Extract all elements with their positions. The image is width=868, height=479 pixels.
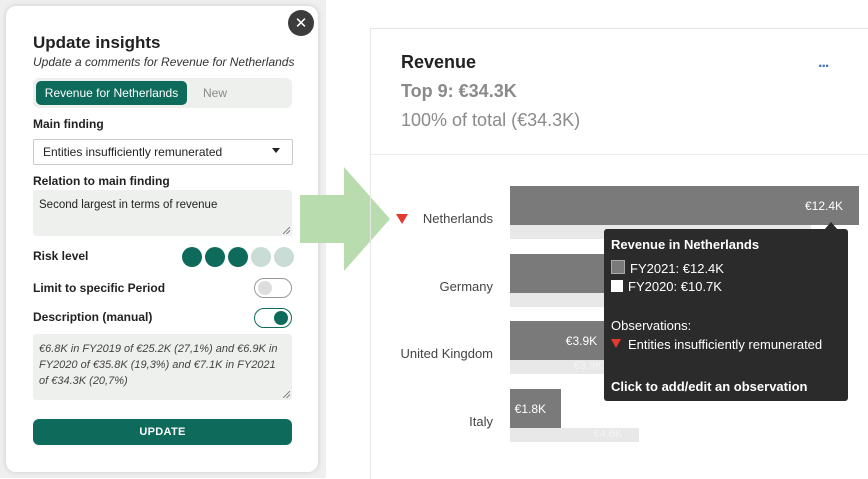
description-textarea[interactable]: €6.8K in FY2019 of €25.2K (27,1%) and €6… (33, 334, 292, 400)
risk-dot[interactable] (182, 247, 202, 267)
limit-period-toggle[interactable] (254, 278, 292, 298)
panel-subtitle: Update a comments for Revenue for Nether… (33, 55, 295, 69)
main-finding-label: Main finding (33, 117, 104, 131)
bar-value-label: €3.9K (573, 360, 603, 372)
tab-new[interactable]: New (203, 81, 227, 105)
tooltip-row-label: FY2021: €12.4K (630, 261, 724, 276)
observation-item: Entities insufficiently remunerated (611, 337, 822, 352)
toggle-knob (258, 281, 272, 295)
description-text: €6.8K in FY2019 of €25.2K (27,1%) and €6… (39, 343, 278, 387)
category-label: United Kingdom (400, 346, 494, 361)
main-finding-value: Entities insufficiently remunerated (43, 145, 223, 159)
observation-text: Entities insufficiently remunerated (628, 337, 823, 352)
add-observation-link[interactable]: Click to add/edit an observation (611, 379, 807, 394)
main-finding-select[interactable]: Entities insufficiently remunerated (33, 139, 293, 165)
chart-title: Revenue (401, 52, 477, 72)
bar-value-label: €3.9K (565, 334, 598, 348)
divider (371, 154, 868, 155)
chevron-down-icon (272, 148, 280, 153)
revenue-tooltip: Revenue in Netherlands FY2021: €12.4K FY… (604, 229, 848, 401)
top-summary: Top 9: €34.3K (401, 81, 517, 101)
flag-icon (611, 339, 621, 348)
category-label: Italy (469, 414, 493, 429)
percent-of-total: 100% of total (€34.3K) (401, 110, 581, 130)
relation-label: Relation to main finding (33, 174, 170, 188)
legend-swatch (611, 280, 623, 292)
update-button[interactable]: UPDATE (33, 419, 292, 445)
resize-grip-icon[interactable] (283, 391, 290, 398)
risk-dot[interactable] (274, 247, 294, 267)
tab-revenue-for-netherlands[interactable]: Revenue for Netherlands (36, 81, 187, 105)
more-options-icon[interactable]: ... (818, 54, 829, 72)
tooltip-row-fy2021: FY2021: €12.4K (611, 260, 724, 276)
relation-textarea[interactable]: Second largest in terms of revenue (33, 190, 292, 236)
insight-tabs: Revenue for Netherlands New (33, 78, 292, 108)
risk-dot[interactable] (251, 247, 271, 267)
risk-level-label: Risk level (33, 249, 89, 263)
legend-swatch (611, 260, 625, 274)
description-toggle[interactable] (254, 308, 292, 328)
update-insights-panel (6, 6, 318, 472)
limit-period-label: Limit to specific Period (33, 281, 166, 295)
bar-value-label: €12.4K (805, 199, 844, 213)
risk-dot[interactable] (205, 247, 225, 267)
panel-title: Update insights (33, 33, 161, 52)
tooltip-row-fy2020: FY2020: €10.7K (611, 279, 722, 294)
bar-value-label: €4.6K (593, 428, 623, 440)
tooltip-row-label: FY2020: €10.7K (628, 279, 722, 294)
observations-label: Observations: (611, 318, 692, 333)
risk-dot[interactable] (228, 247, 248, 267)
tooltip-header: Revenue in Netherlands (611, 237, 760, 252)
category-label: Netherlands (422, 211, 493, 226)
relation-value: Second largest in terms of revenue (39, 199, 218, 211)
toggle-knob (274, 311, 288, 325)
close-icon[interactable]: ✕ (288, 10, 314, 36)
flag-icon[interactable] (396, 214, 408, 224)
category-label: Germany (439, 279, 493, 294)
resize-grip-icon[interactable] (283, 227, 290, 234)
description-label: Description (manual) (33, 310, 153, 324)
bar-value-label: €1.8K (514, 402, 547, 416)
